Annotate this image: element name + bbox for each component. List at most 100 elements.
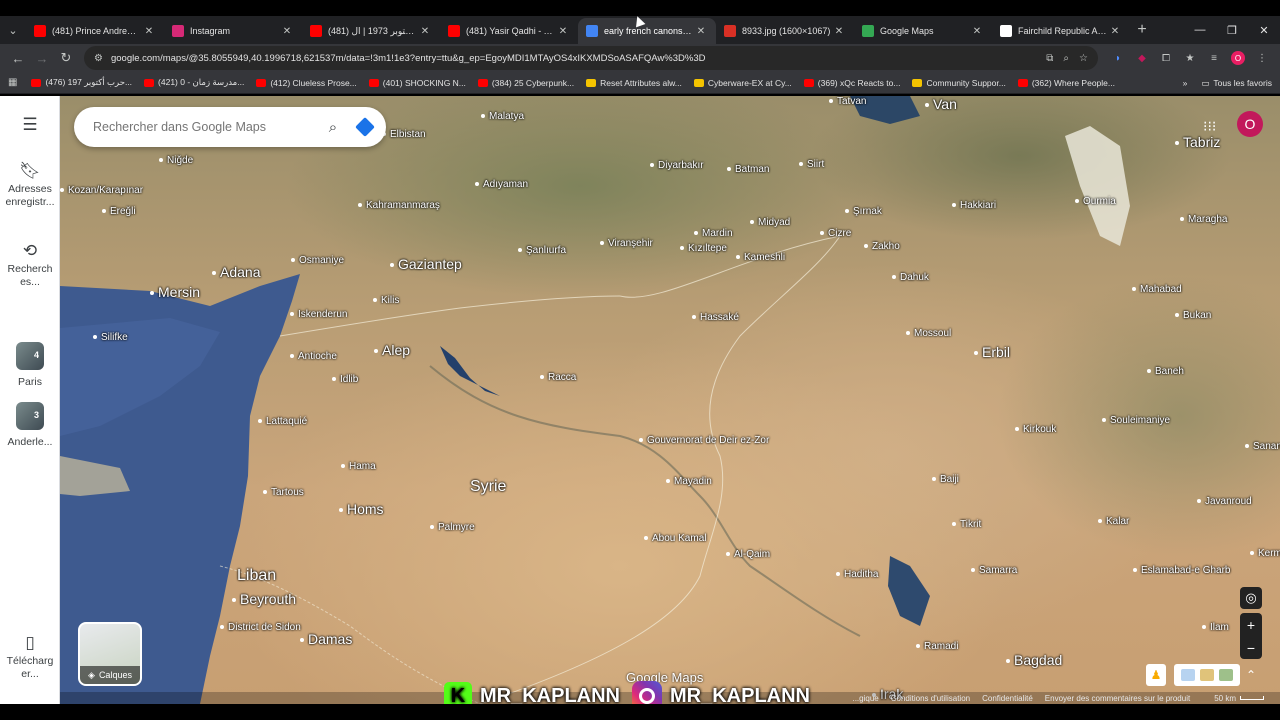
map-place-label[interactable]: Adana <box>212 264 260 280</box>
map-place-label[interactable]: Ilam <box>1202 622 1229 633</box>
map-place-label[interactable]: Batman <box>727 164 769 175</box>
all-bookmarks-link[interactable]: Tous les favoris <box>1213 78 1272 88</box>
map-place-label[interactable]: Antioche <box>290 351 337 362</box>
tab-close-icon[interactable]: ✕ <box>694 26 708 37</box>
map-place-label[interactable]: Syrie <box>470 478 506 496</box>
map-place-label[interactable]: Adıyaman <box>475 179 528 190</box>
recent-button[interactable]: ⟲ Recherch es... <box>0 242 60 289</box>
forward-button[interactable]: → <box>30 46 54 70</box>
map-place-label[interactable]: Ourmia <box>1075 196 1116 207</box>
map-place-label[interactable]: Şırnak <box>845 206 882 217</box>
bookmarks-overflow-button[interactable]: » <box>1183 78 1188 88</box>
map-place-label[interactable]: Ramadi <box>916 641 958 652</box>
map-place-label[interactable]: Hassaké <box>692 312 739 323</box>
back-button[interactable]: ← <box>6 46 30 70</box>
map-place-label[interactable]: Cizre <box>820 228 851 239</box>
profile-avatar[interactable]: O <box>1226 46 1250 70</box>
browser-tab[interactable]: 8933.jpg (1600×1067) ✕ <box>716 18 854 44</box>
map-place-label[interactable]: Elbistan <box>382 129 426 140</box>
browser-tab[interactable]: Instagram ✕ <box>164 18 302 44</box>
favorites-star-icon[interactable]: ★ <box>1178 46 1202 70</box>
extensions-puzzle-icon[interactable]: ⧠ <box>1154 46 1178 70</box>
map-place-label[interactable]: Silifke <box>93 332 128 343</box>
browser-menu-icon[interactable]: ⋮ <box>1250 46 1274 70</box>
map-place-label[interactable]: Van <box>925 96 957 112</box>
tab-close-icon[interactable]: ✕ <box>1108 26 1122 37</box>
map-place-label[interactable]: Osmaniye <box>291 255 344 266</box>
browser-tab[interactable]: early french canons - Goo✕ <box>578 18 716 44</box>
bookmark-star-icon[interactable]: ☆ <box>1079 53 1088 64</box>
tab-search-button[interactable]: ⌄ <box>0 16 26 44</box>
map-place-label[interactable]: Viranşehir <box>600 238 653 249</box>
tab-close-icon[interactable]: ✕ <box>970 26 984 37</box>
bookmark-item[interactable]: Reset Attributes alw... <box>586 78 682 88</box>
bookmark-item[interactable]: (412) Clueless Prose... <box>256 78 357 88</box>
map-place-label[interactable]: Javanroud <box>1197 496 1252 507</box>
download-app-button[interactable]: ▯ Télécharg er... <box>0 634 60 681</box>
map-place-label[interactable]: Zakho <box>864 241 900 252</box>
map-place-label[interactable]: Hakkiari <box>952 200 996 211</box>
map-place-label[interactable]: Haditha <box>836 569 878 580</box>
map-place-label[interactable]: Gaziantep <box>390 256 462 272</box>
map-place-label[interactable]: Mahabad <box>1132 284 1182 295</box>
layer-thumb-terrain[interactable] <box>1219 669 1234 681</box>
map-place-label[interactable]: Kilis <box>373 295 399 306</box>
bookmark-item[interactable]: (369) xQc Reacts to... <box>803 78 900 88</box>
map-place-label[interactable]: Kalar <box>1098 516 1129 527</box>
tab-close-icon[interactable]: ✕ <box>280 26 294 37</box>
map-place-label[interactable]: Gouvernorat de Deir ez-Zor <box>639 435 769 446</box>
reload-button[interactable]: ↻ <box>54 46 78 70</box>
bookmark-item[interactable]: (421) مدرسة زمان - 0... <box>144 77 244 88</box>
tab-close-icon[interactable]: ✕ <box>142 26 156 37</box>
map-place-label[interactable]: Siirt <box>799 159 824 170</box>
my-location-button[interactable]: ◎ <box>1240 587 1262 609</box>
layers-button[interactable]: ◈ Calques <box>78 622 142 686</box>
map-place-label[interactable]: Tikrit <box>952 519 981 530</box>
map-place-label[interactable]: Kozan/Karapınar <box>60 185 143 196</box>
map-place-label[interactable]: Mardin <box>694 228 733 239</box>
search-icon[interactable]: ⌕ <box>322 119 344 136</box>
map-place-label[interactable]: Damas <box>300 631 352 647</box>
map-place-label[interactable]: Mersin <box>150 284 200 300</box>
street-view-pegman-icon[interactable]: ♟ <box>1146 664 1166 686</box>
satellite-map[interactable]: Malatya Tatvan Van Elbistan Niğde Kahramanmar… <box>60 96 1280 704</box>
zoom-in-button[interactable]: + <box>1240 613 1262 636</box>
browser-tab[interactable]: Google Maps ✕ <box>854 18 992 44</box>
map-place-label[interactable]: Tabriz <box>1175 134 1220 150</box>
map-place-label[interactable]: Lattaquié <box>258 416 307 427</box>
privacy-link[interactable]: Confidentialité <box>982 694 1033 703</box>
search-input[interactable] <box>93 120 322 134</box>
browser-tab[interactable]: (481) Prince Andrew & th✕ <box>26 18 164 44</box>
zoom-icon[interactable]: ⌕ <box>1063 53 1069 64</box>
browser-tab[interactable]: (481) حرب أكتوبر 1973 | ال...✕ <box>302 18 440 44</box>
tab-close-icon[interactable]: ✕ <box>832 26 846 37</box>
map-place-label[interactable]: Beyrouth <box>232 591 296 607</box>
bookmark-item[interactable]: Cyberware-EX at Cy... <box>693 78 792 88</box>
omnibox[interactable]: ⚙ google.com/maps/@35.8055949,40.1996718… <box>84 46 1098 70</box>
map-place-label[interactable]: Dahuk <box>892 272 929 283</box>
layer-thumb-traffic[interactable] <box>1199 669 1214 681</box>
map-place-label[interactable]: District de Sidon <box>220 622 301 633</box>
media-controls-icon[interactable]: ≡ <box>1202 46 1226 70</box>
tab-close-icon[interactable]: ✕ <box>556 26 570 37</box>
terms-link[interactable]: Conditions d'utilisation <box>891 694 970 703</box>
layer-thumb-transit[interactable] <box>1180 669 1195 681</box>
map-place-label[interactable]: Bukan <box>1175 310 1211 321</box>
map-place-label[interactable]: Eslamabad-e Gharb <box>1133 565 1231 576</box>
tab-close-icon[interactable]: ✕ <box>418 26 432 37</box>
map-place-label[interactable]: Liban <box>237 567 276 585</box>
map-place-label[interactable]: Tatvan <box>829 96 866 107</box>
map-place-label[interactable]: Bagdad <box>1006 652 1062 668</box>
map-place-label[interactable]: Racca <box>540 372 576 383</box>
url-text[interactable]: google.com/maps/@35.8055949,40.1996718,6… <box>111 53 1036 64</box>
map-place-label[interactable]: Sanand <box>1245 441 1280 452</box>
map-place-label[interactable]: Hama <box>341 461 376 472</box>
directions-icon[interactable] <box>355 117 375 137</box>
map-place-label[interactable]: Erbil <box>974 344 1010 360</box>
extension-icon-2[interactable]: ◆ <box>1130 46 1154 70</box>
bookmark-item[interactable]: (362) Where People... <box>1017 78 1115 88</box>
bookmark-item[interactable]: Community Suppor... <box>912 78 1006 88</box>
apps-grid-icon[interactable]: ▦ <box>8 77 17 88</box>
zoom-out-button[interactable]: − <box>1240 636 1262 659</box>
new-tab-button[interactable]: + <box>1130 21 1154 39</box>
